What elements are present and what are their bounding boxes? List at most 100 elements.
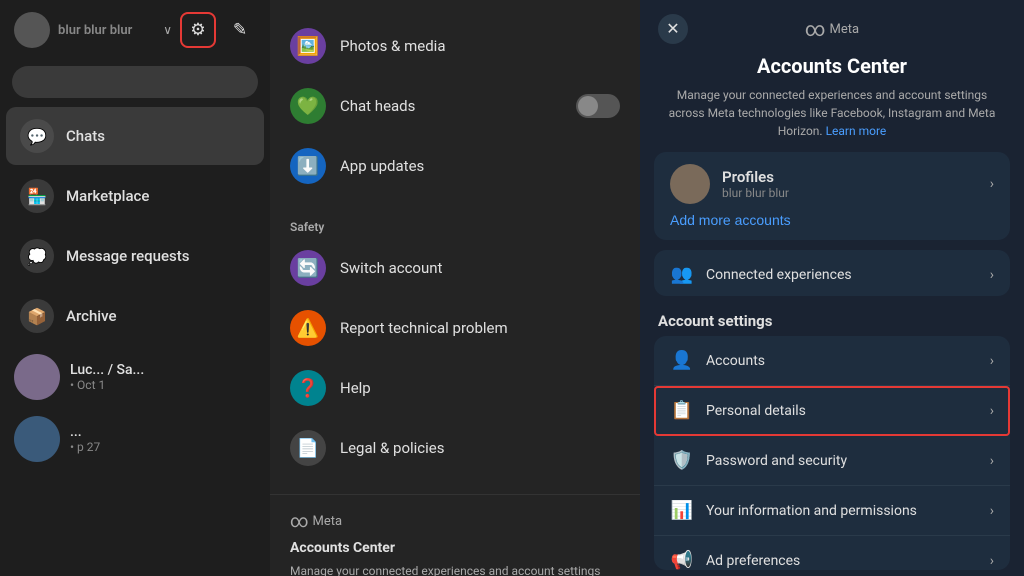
your-information-label: Your information and permissions — [706, 503, 978, 519]
conv-info: ... • p 27 — [70, 424, 256, 454]
conv-avatar — [14, 354, 60, 400]
your-information-icon: 📊 — [670, 500, 694, 521]
safety-settings-section: 🔄 Switch account ⚠️ Report technical pro… — [270, 238, 640, 494]
accounts-item[interactable]: 👤 Accounts › — [654, 336, 1010, 386]
ad-preferences-label: Ad preferences — [706, 553, 978, 569]
connected-experiences-label: Connected experiences — [706, 267, 978, 283]
profiles-chevron-icon: › — [990, 176, 994, 192]
switch-account-icon: 🔄 — [290, 250, 326, 286]
meta-infinity-icon: ∞ — [290, 511, 309, 532]
meta-infinity-brand-icon: ∞ — [805, 17, 826, 41]
account-settings-label: Account settings — [640, 302, 1024, 336]
sidebar-item-chats[interactable]: 💬 Chats — [6, 107, 264, 165]
your-information-chevron-icon: › — [990, 503, 994, 519]
legal-policies-item[interactable]: 📄 Legal & policies — [270, 418, 640, 478]
avatar — [14, 12, 50, 48]
accounts-center-desc: Manage your connected experiences and ac… — [640, 86, 1024, 152]
accounts-center-title: Accounts Center — [640, 50, 1024, 86]
marketplace-icon: 🏪 — [20, 179, 54, 213]
chat-heads-label: Chat heads — [340, 97, 415, 115]
panel-header: ✕ ∞ Meta — [640, 0, 1024, 50]
safety-section-label: Safety — [270, 212, 640, 238]
conv-avatar — [14, 416, 60, 462]
accounts-icon: 👤 — [670, 350, 694, 371]
conv-name: Luc... / Sa... — [70, 362, 256, 378]
message-requests-label: Message requests — [66, 247, 189, 265]
personal-details-item[interactable]: 📋 Personal details › — [654, 386, 1010, 436]
search-bar — [12, 66, 258, 98]
accounts-center-panel: ✕ ∞ Meta Accounts Center Manage your con… — [640, 0, 1024, 576]
accounts-label: Accounts — [706, 353, 978, 369]
conversation-item[interactable]: Luc... / Sa... • Oct 1 — [0, 346, 270, 408]
password-security-item[interactable]: 🛡️ Password and security › — [654, 436, 1010, 486]
meta-brand-text: Meta — [830, 22, 860, 37]
conv-preview: • p 27 — [70, 440, 256, 454]
password-security-label: Password and security — [706, 453, 978, 469]
close-icon: ✕ — [666, 19, 679, 39]
accounts-chevron-icon: › — [990, 353, 994, 369]
help-label: Help — [340, 379, 371, 397]
switch-account-item[interactable]: 🔄 Switch account — [270, 238, 640, 298]
your-information-item[interactable]: 📊 Your information and permissions › — [654, 486, 1010, 536]
chats-icon: 💬 — [20, 119, 54, 153]
gear-button[interactable]: ⚙ — [180, 12, 216, 48]
archive-label: Archive — [66, 307, 116, 325]
password-security-chevron-icon: › — [990, 453, 994, 469]
personal-details-icon: 📋 — [670, 400, 694, 421]
meta-logo: ∞ Meta — [290, 511, 620, 532]
meta-brand: ∞ Meta — [805, 17, 859, 41]
help-icon: ❓ — [290, 370, 326, 406]
add-accounts-button[interactable]: Add more accounts — [670, 204, 994, 228]
chat-heads-toggle[interactable] — [576, 94, 620, 118]
connected-experiences-item[interactable]: 👥 Connected experiences › — [654, 250, 1010, 296]
sidebar-header: blur blur blur ∨ ⚙ ✎ — [0, 0, 270, 60]
chevron-down-icon: ∨ — [163, 23, 172, 37]
sidebar-username: blur blur blur — [58, 23, 155, 38]
chat-heads-icon: 💚 — [290, 88, 326, 124]
app-updates-icon: ⬇️ — [290, 148, 326, 184]
meta-text: Meta — [313, 514, 343, 529]
sidebar-item-marketplace[interactable]: 🏪 Marketplace — [6, 167, 264, 225]
photos-media-item[interactable]: 🖼️ Photos & media — [270, 16, 640, 76]
marketplace-label: Marketplace — [66, 187, 149, 205]
connected-experiences-icon: 👥 — [670, 264, 694, 285]
profiles-username: blur blur blur — [722, 186, 978, 200]
archive-icon: 📦 — [20, 299, 54, 333]
help-item[interactable]: ❓ Help — [270, 358, 640, 418]
profiles-info: Profiles blur blur blur — [722, 168, 978, 200]
photos-media-label: Photos & media — [340, 37, 445, 55]
message-requests-icon: 💭 — [20, 239, 54, 273]
meta-accounts-section: ∞ Meta Accounts Center Manage your conne… — [270, 494, 640, 576]
edit-button[interactable]: ✎ — [224, 14, 256, 46]
profiles-card[interactable]: Profiles blur blur blur › Add more accou… — [654, 152, 1010, 240]
personal-details-label: Personal details — [706, 403, 978, 419]
report-technical-label: Report technical problem — [340, 319, 508, 337]
close-button[interactable]: ✕ — [658, 14, 688, 44]
connected-experiences-chevron-icon: › — [990, 267, 994, 283]
connected-experiences-section: 👥 Connected experiences › — [654, 250, 1010, 296]
meta-accounts-center-title: Accounts Center — [290, 540, 620, 556]
sidebar-item-message-requests[interactable]: 💭 Message requests — [6, 227, 264, 285]
chats-label: Chats — [66, 127, 105, 145]
chat-heads-item[interactable]: 💚 Chat heads — [270, 76, 640, 136]
password-security-icon: 🛡️ — [670, 450, 694, 471]
ad-preferences-chevron-icon: › — [990, 553, 994, 569]
switch-account-label: Switch account — [340, 259, 442, 277]
ad-preferences-item[interactable]: 📢 Ad preferences › — [654, 536, 1010, 570]
settings-panel: 🖼️ Photos & media 💚 Chat heads ⬇️ App up… — [270, 0, 640, 576]
conv-info: Luc... / Sa... • Oct 1 — [70, 362, 256, 392]
profiles-row: Profiles blur blur blur › — [670, 164, 994, 204]
meta-accounts-center-desc: Manage your connected experiences and ac… — [290, 562, 620, 576]
ad-preferences-icon: 📢 — [670, 550, 694, 570]
conversation-item[interactable]: ... • p 27 — [0, 408, 270, 470]
profiles-title: Profiles — [722, 168, 978, 186]
sidebar-item-archive[interactable]: 📦 Archive — [6, 287, 264, 345]
legal-policies-label: Legal & policies — [340, 439, 445, 457]
app-updates-item[interactable]: ⬇️ App updates — [270, 136, 640, 196]
report-technical-item[interactable]: ⚠️ Report technical problem — [270, 298, 640, 358]
account-settings-section: 👤 Accounts › 📋 Personal details › 🛡️ Pas… — [654, 336, 1010, 570]
profiles-avatar — [670, 164, 710, 204]
media-settings-section: 🖼️ Photos & media 💚 Chat heads ⬇️ App up… — [270, 0, 640, 212]
learn-more-link[interactable]: Learn more — [826, 124, 887, 138]
conversation-list: Luc... / Sa... • Oct 1 ... • p 27 — [0, 346, 270, 576]
